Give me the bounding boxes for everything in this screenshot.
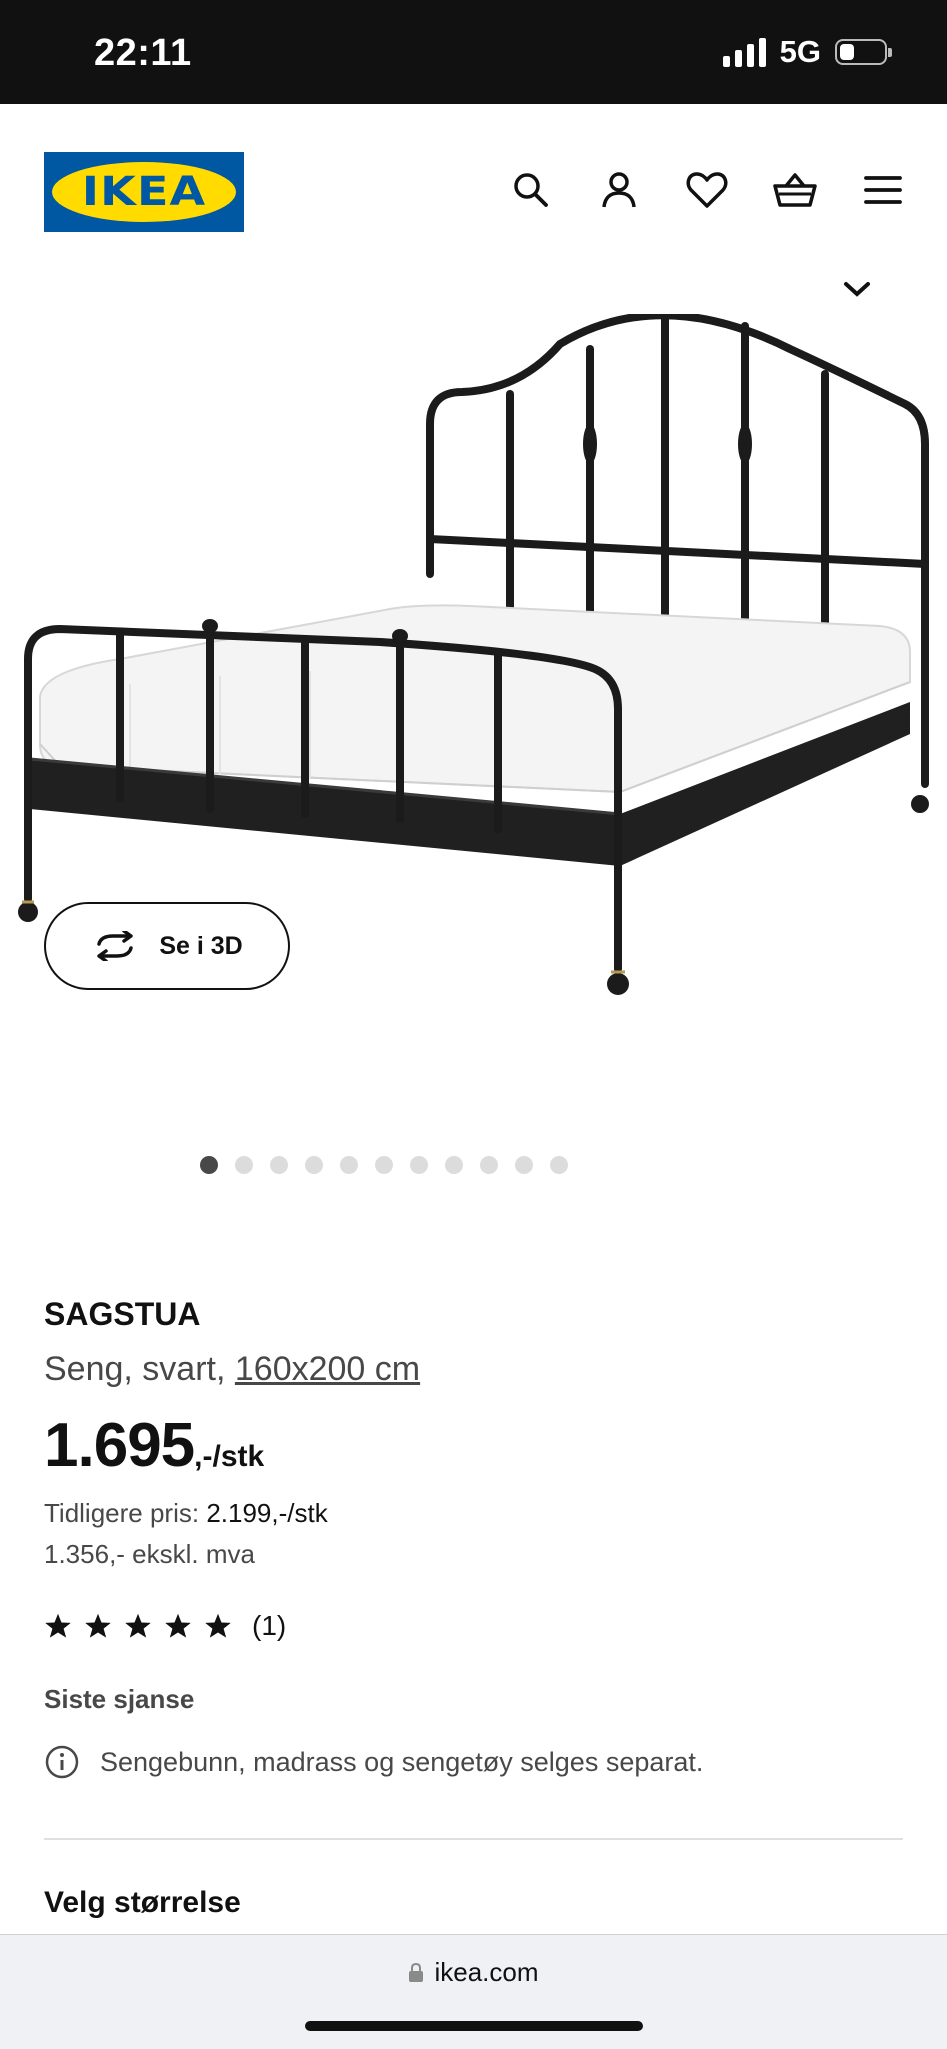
- size-link[interactable]: 160x200 cm: [235, 1350, 420, 1388]
- star-icon: [85, 1613, 111, 1638]
- product-description: Seng, svart, 160x200 cm: [44, 1350, 420, 1389]
- search-icon[interactable]: [505, 164, 557, 216]
- star-icon: [45, 1613, 71, 1638]
- ikea-logo[interactable]: IKEA ®: [44, 152, 244, 232]
- gallery-dot[interactable]: [374, 1156, 393, 1174]
- info-note: Sengebunn, madrass og sengetøy selges se…: [44, 1744, 703, 1780]
- star-icon: [165, 1613, 191, 1638]
- price-excl-vat: 1.356,- ekskl. mva: [44, 1539, 255, 1569]
- user-icon[interactable]: [593, 164, 645, 216]
- gallery-dot[interactable]: [514, 1156, 533, 1174]
- gallery-pagination: [0, 1156, 947, 1174]
- gallery-dot[interactable]: [409, 1156, 428, 1174]
- basket-icon[interactable]: [769, 164, 821, 216]
- menu-icon[interactable]: [857, 164, 909, 216]
- gallery-dot[interactable]: [304, 1156, 323, 1174]
- network-type: 5G: [779, 34, 821, 69]
- browser-address-bar[interactable]: ikea.com: [0, 1934, 947, 2049]
- previous-price: Tidligere pris: 2.199,-/stk: [44, 1498, 328, 1529]
- site-header: IKEA ®: [0, 104, 947, 274]
- product-type: Seng, svart,: [44, 1350, 235, 1388]
- gallery-dot[interactable]: [479, 1156, 498, 1174]
- gallery-dot[interactable]: [549, 1156, 568, 1174]
- price-unit: ,-/stk: [194, 1440, 265, 1473]
- star-icon: [205, 1613, 231, 1638]
- header-actions: [505, 164, 909, 216]
- gallery-dot[interactable]: [339, 1156, 358, 1174]
- info-icon: [45, 1745, 79, 1779]
- product-gallery[interactable]: Se i 3D: [0, 274, 947, 1174]
- gallery-dot[interactable]: [269, 1156, 288, 1174]
- status-time: 22:11: [94, 32, 192, 74]
- rating-stars: [44, 1612, 232, 1640]
- battery-icon: [835, 39, 892, 65]
- chevron-down-icon[interactable]: [842, 280, 872, 305]
- star-icon: [125, 1613, 151, 1638]
- url-text: ikea.com: [434, 1957, 539, 1987]
- gallery-dot[interactable]: [234, 1156, 253, 1174]
- gallery-dot[interactable]: [199, 1156, 218, 1174]
- product-price: 1.695,-/stk: [44, 1410, 264, 1481]
- previous-price-label: Tidligere pris:: [44, 1498, 207, 1528]
- status-bar: 22:11 5G: [0, 0, 947, 104]
- rating-count: (1): [252, 1610, 287, 1641]
- home-indicator[interactable]: [305, 2021, 643, 2031]
- info-text: Sengebunn, madrass og sengetøy selges se…: [100, 1746, 704, 1777]
- view-3d-button[interactable]: Se i 3D: [44, 902, 290, 990]
- logo-text: IKEA: [81, 169, 207, 215]
- last-chance-label: Siste sjanse: [44, 1684, 195, 1714]
- url-display[interactable]: ikea.com: [0, 1957, 947, 1988]
- signal-icon: [722, 37, 766, 67]
- product-rating[interactable]: (1): [44, 1610, 286, 1642]
- lock-icon: [409, 1962, 424, 1982]
- status-indicators: 5G: [722, 34, 892, 70]
- rotate-3d-icon: [97, 931, 134, 961]
- view-3d-label: Se i 3D: [159, 931, 243, 960]
- heart-icon[interactable]: [681, 164, 733, 216]
- previous-price-value: 2.199,-/stk: [206, 1498, 328, 1528]
- product-name: SAGSTUA: [44, 1296, 201, 1332]
- divider: [44, 1838, 903, 1840]
- size-selector-heading[interactable]: Velg størrelse: [44, 1886, 241, 1920]
- price-integer: 1.695: [44, 1411, 195, 1480]
- gallery-dot[interactable]: [444, 1156, 463, 1174]
